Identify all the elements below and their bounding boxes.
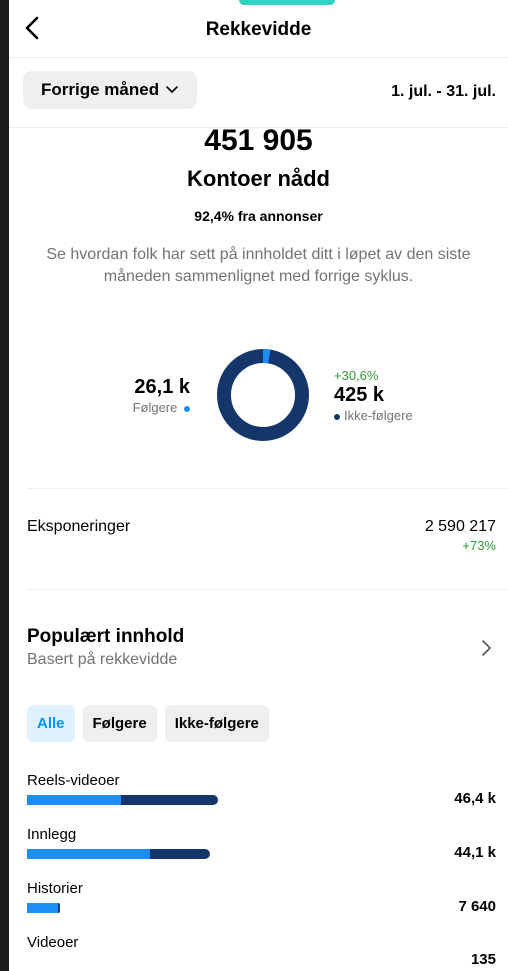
reach-description: Se hvordan folk har sett på innholdet di… <box>46 246 471 285</box>
impressions-label: Eksponeringer <box>27 518 131 535</box>
popular-content-title[interactable]: Populært innhold <box>27 626 184 648</box>
period-dropdown[interactable]: Forrige måned <box>23 71 198 109</box>
followers-value: 26,1 k <box>134 376 190 398</box>
content-type-value-reels: 46,4 k <box>454 790 496 807</box>
audience-filter-tabs: Alle Følgere Ikke-følgere <box>27 705 269 742</box>
content-type-label-videos: Videoer <box>27 934 79 951</box>
popular-content-subtitle: Basert på rekkevidde <box>27 651 178 668</box>
content-type-label-reels: Reels-videoer <box>27 772 120 789</box>
content-type-label-posts: Innlegg <box>27 826 77 843</box>
non-followers-change: +30,6% <box>334 368 379 383</box>
bar-segment-non-followers <box>149 849 211 859</box>
date-range: 1. jul. - 31. jul. <box>391 83 496 100</box>
bar-segment-non-followers <box>120 795 218 805</box>
filter-followers[interactable]: Følgere <box>82 705 157 742</box>
followers-label: Følgere <box>132 400 178 415</box>
non-followers-value: 425 k <box>334 384 385 406</box>
followers-legend: Følgere <box>133 400 190 415</box>
non-followers-dot <box>334 413 340 420</box>
bar-segment-followers <box>27 795 121 805</box>
filter-non-followers[interactable]: Ikke-følgere <box>164 705 269 742</box>
ads-share: 92,4% fra annonser <box>194 208 323 224</box>
divider <box>27 589 508 590</box>
bar-segment-followers <box>27 849 150 859</box>
filter-all[interactable]: Alle <box>27 705 75 742</box>
period-row: Forrige måned 1. jul. - 31. jul. <box>9 57 508 128</box>
non-followers-label: Ikke-følgere <box>344 408 413 423</box>
accounts-reached-value: 451 905 <box>204 124 313 157</box>
page-title: Rekkevidde <box>205 19 312 40</box>
chevron-right-icon[interactable] <box>480 637 494 659</box>
content-type-value-stories: 7 640 <box>458 898 496 915</box>
content-type-label-stories: Historier <box>27 880 83 897</box>
reach-screen: Rekkevidde Forrige måned 1. jul. - 31. j… <box>9 0 508 971</box>
bar-segment-followers <box>27 903 59 913</box>
content-type-value-videos: 135 <box>470 951 496 968</box>
impressions-value: 2 590 217 <box>424 518 496 535</box>
period-label: Forrige måned <box>41 80 160 99</box>
audience-donut <box>217 349 309 441</box>
impressions-change: +73% <box>462 538 496 553</box>
bar-segment-non-followers <box>58 903 61 913</box>
header: Rekkevidde <box>9 0 508 58</box>
chevron-down-icon <box>166 86 178 94</box>
followers-dot <box>184 405 190 412</box>
content-type-value-posts: 44,1 k <box>454 844 496 861</box>
non-followers-legend: Ikke-følgere <box>334 408 413 423</box>
accounts-reached-label: Kontoer nådd <box>187 166 330 191</box>
divider <box>27 488 508 489</box>
